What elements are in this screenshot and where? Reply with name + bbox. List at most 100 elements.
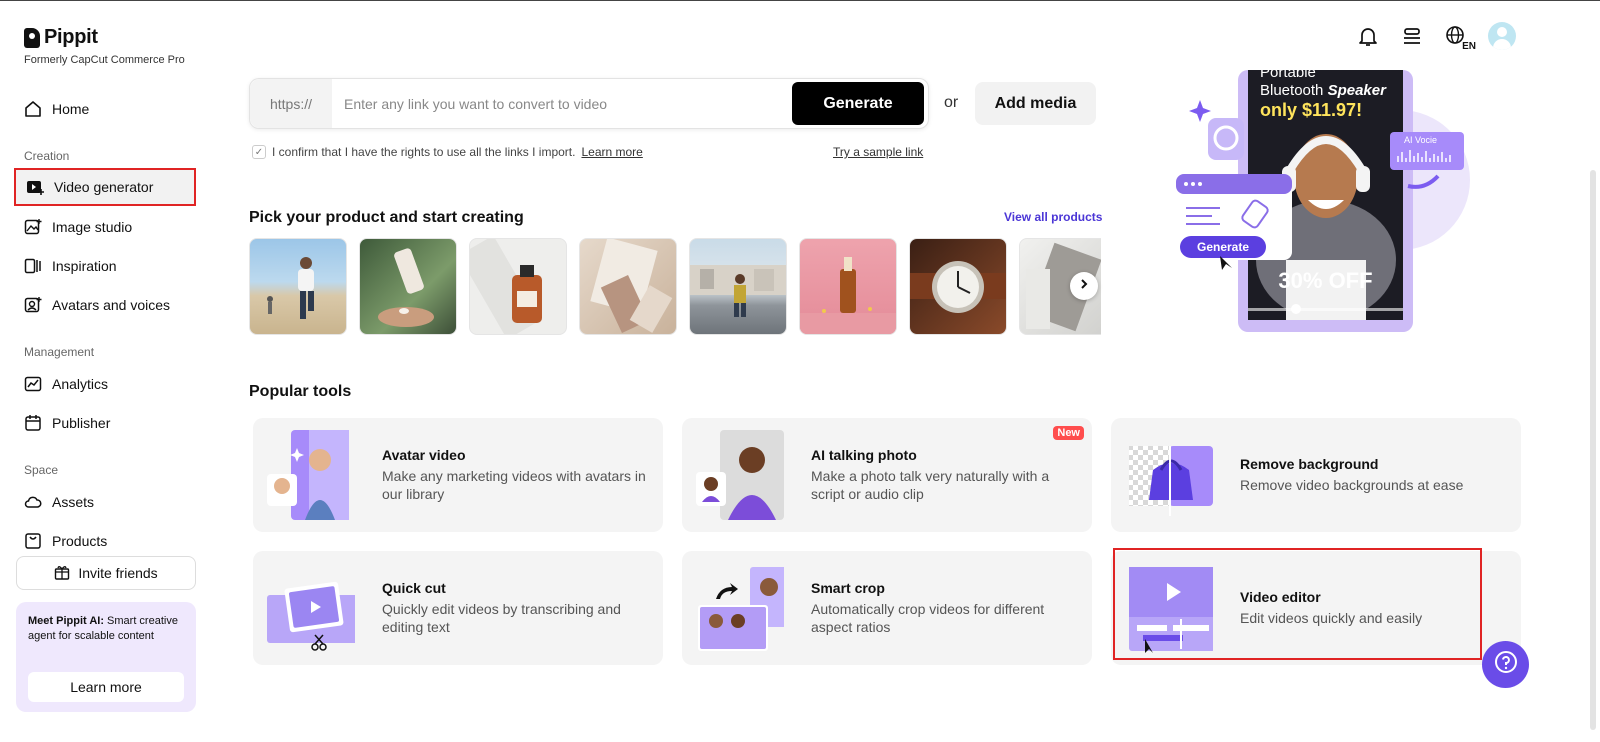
brand-subtitle: Formerly CapCut Commerce Pro bbox=[24, 54, 185, 66]
brand-name: Pippit bbox=[44, 26, 98, 48]
sidebar-item-publisher[interactable]: Publisher bbox=[14, 404, 196, 442]
banner-discount: 30% OFF bbox=[1278, 268, 1373, 293]
tool-title: Quick cut bbox=[382, 580, 446, 596]
or-separator: or bbox=[944, 94, 959, 111]
section-label-creation: Creation bbox=[24, 149, 70, 163]
user-avatar[interactable] bbox=[1488, 22, 1516, 50]
tool-description: Remove video backgrounds at ease bbox=[1240, 477, 1464, 493]
promo-banner[interactable]: Portable Bluetooth Speaker only $11.97! … bbox=[1170, 64, 1470, 335]
sidebar-item-label: Home bbox=[52, 101, 90, 117]
pippit-logo-icon bbox=[24, 27, 40, 48]
sidebar-item-label: Avatars and voices bbox=[52, 297, 171, 313]
learn-more-button[interactable]: Learn more bbox=[28, 672, 184, 702]
sidebar-item-inspiration[interactable]: Inspiration bbox=[14, 247, 196, 285]
invite-friends-label: Invite friends bbox=[78, 565, 158, 581]
chevron-right-icon bbox=[1078, 277, 1090, 295]
learn-more-link[interactable]: Learn more bbox=[581, 145, 642, 159]
tool-card-smart-crop[interactable]: Smart crop Automatically crop videos for… bbox=[682, 551, 1092, 665]
analytics-icon bbox=[24, 375, 42, 393]
window-top-border bbox=[0, 0, 1600, 1]
products-section-title: Pick your product and start creating bbox=[249, 209, 524, 226]
sidebar: Pippit Formerly CapCut Commerce Pro Home… bbox=[0, 0, 216, 742]
sidebar-item-assets[interactable]: Assets bbox=[14, 483, 196, 521]
section-label-space: Space bbox=[24, 463, 59, 477]
sidebar-item-products[interactable]: Products bbox=[14, 522, 196, 560]
try-sample-link[interactable]: Try a sample link bbox=[833, 145, 923, 159]
tool-card-video-editor[interactable]: Video editor Edit videos quickly and eas… bbox=[1111, 551, 1521, 665]
carousel-next-button[interactable] bbox=[1070, 272, 1098, 300]
tool-description: Make any marketing videos with avatars i… bbox=[382, 468, 646, 502]
product-thumbnail[interactable] bbox=[799, 238, 897, 335]
banner-line1: Portable bbox=[1260, 64, 1316, 81]
product-thumbnail[interactable] bbox=[579, 238, 677, 335]
view-all-products-link[interactable]: View all products bbox=[1004, 210, 1102, 224]
tool-description: Make a photo talk very naturally with a … bbox=[811, 468, 1050, 502]
banner-line2a: Bluetooth bbox=[1260, 82, 1328, 99]
product-thumbnail[interactable] bbox=[689, 238, 787, 335]
calendar-icon bbox=[24, 414, 42, 432]
page-scrollbar[interactable] bbox=[1590, 170, 1596, 730]
inspiration-icon bbox=[24, 257, 42, 275]
sidebar-item-home[interactable]: Home bbox=[14, 90, 196, 128]
tool-title: Avatar video bbox=[382, 447, 466, 463]
remove-background-thumbnail bbox=[1123, 430, 1213, 520]
tool-card-ai-talking-photo[interactable]: New AI talking photo Make a photo talk v… bbox=[682, 418, 1092, 532]
tool-card-avatar-video[interactable]: Avatar video Make any marketing videos w… bbox=[253, 418, 663, 532]
video-editor-thumbnail bbox=[1123, 563, 1215, 653]
generate-button[interactable]: Generate bbox=[792, 82, 924, 125]
gift-icon bbox=[54, 564, 70, 583]
tool-title: Remove background bbox=[1240, 456, 1379, 472]
tool-title: AI talking photo bbox=[811, 447, 917, 463]
rights-confirm-row: ✓ I confirm that I have the rights to us… bbox=[252, 145, 643, 159]
promo-text: Meet Pippit AI: Smart creative agent for… bbox=[28, 614, 184, 644]
tool-card-quick-cut[interactable]: Quick cut Quickly edit videos by transcr… bbox=[253, 551, 663, 665]
sidebar-item-avatars-and-voices[interactable]: Avatars and voices bbox=[14, 286, 196, 324]
quick-cut-thumbnail bbox=[265, 563, 363, 653]
url-prefix: https:// bbox=[250, 79, 332, 128]
tool-title: Smart crop bbox=[811, 580, 885, 596]
sidebar-item-label: Inspiration bbox=[52, 258, 117, 274]
sidebar-item-analytics[interactable]: Analytics bbox=[14, 365, 196, 403]
tool-card-remove-background[interactable]: Remove background Remove video backgroun… bbox=[1111, 418, 1521, 532]
sidebar-item-image-studio[interactable]: Image studio bbox=[14, 208, 196, 246]
ai-talking-photo-thumbnail bbox=[694, 430, 784, 520]
add-media-button[interactable]: Add media bbox=[975, 82, 1096, 125]
promo-title: Meet Pippit AI: bbox=[28, 615, 104, 627]
product-carousel bbox=[249, 238, 1101, 336]
avatar-video-thumbnail bbox=[265, 430, 355, 520]
product-thumbnail[interactable] bbox=[909, 238, 1007, 335]
banner-line2b: Speaker bbox=[1327, 82, 1386, 99]
smart-crop-thumbnail bbox=[694, 563, 788, 653]
product-thumbnail[interactable] bbox=[249, 238, 347, 335]
sidebar-item-label: Publisher bbox=[52, 415, 111, 431]
product-thumbnail[interactable] bbox=[469, 238, 567, 335]
invite-friends-button[interactable]: Invite friends bbox=[16, 556, 196, 590]
sidebar-item-video-generator[interactable]: Video generator bbox=[14, 168, 196, 206]
rights-checkbox[interactable]: ✓ bbox=[252, 145, 266, 159]
banner-title: Portable Bluetooth Speaker bbox=[1260, 64, 1410, 100]
section-label-management: Management bbox=[24, 345, 95, 359]
tool-title: Video editor bbox=[1240, 589, 1321, 605]
product-thumbnail[interactable] bbox=[359, 238, 457, 335]
sidebar-item-label: Image studio bbox=[52, 219, 133, 235]
layers-stack-icon[interactable] bbox=[1400, 24, 1424, 48]
sidebar-item-label: Analytics bbox=[52, 376, 109, 392]
brand-logo[interactable]: Pippit bbox=[24, 26, 98, 49]
language-globe-icon[interactable]: EN bbox=[1444, 24, 1476, 52]
notification-bell-icon[interactable] bbox=[1356, 24, 1380, 48]
header-actions: EN bbox=[1356, 22, 1516, 52]
help-button[interactable] bbox=[1482, 641, 1529, 688]
sidebar-item-label: Video generator bbox=[54, 179, 154, 195]
url-input[interactable] bbox=[332, 79, 792, 128]
tool-description: Edit videos quickly and easily bbox=[1240, 610, 1423, 626]
rights-confirm-text: I confirm that I have the rights to use … bbox=[272, 145, 576, 159]
popular-tools-title: Popular tools bbox=[249, 383, 352, 400]
question-icon bbox=[1494, 650, 1518, 679]
avatar-icon bbox=[24, 296, 42, 314]
banner-generate-label: Generate bbox=[1196, 240, 1250, 254]
home-icon bbox=[24, 100, 42, 118]
cloud-icon bbox=[24, 493, 42, 511]
sidebar-item-label: Assets bbox=[52, 494, 95, 510]
banner-price: only $11.97! bbox=[1260, 100, 1363, 120]
image-studio-icon bbox=[24, 218, 42, 236]
